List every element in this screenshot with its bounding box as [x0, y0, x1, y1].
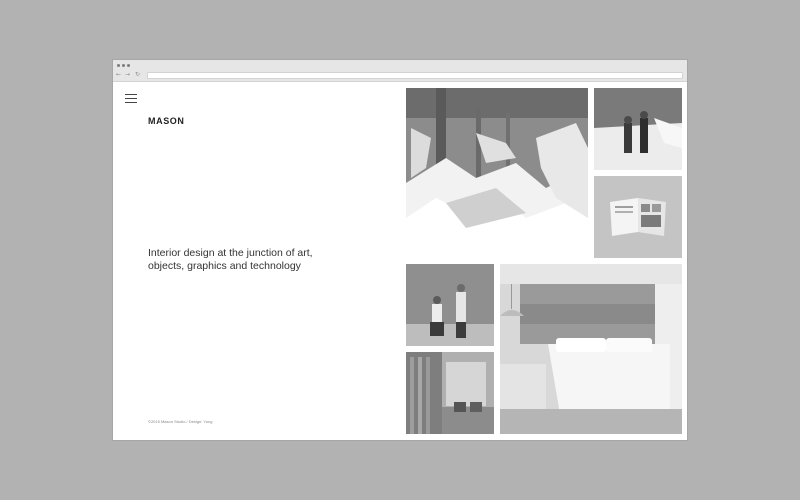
browser-toolbar: ← → ↻	[113, 60, 687, 82]
back-arrow-icon[interactable]: ←	[116, 71, 121, 79]
window-control-dot[interactable]	[122, 64, 125, 67]
page-content: MASON Interior design at the junction of…	[113, 82, 687, 440]
menu-icon[interactable]	[125, 94, 137, 104]
tagline-line: objects, graphics and technology	[148, 260, 301, 272]
forward-arrow-icon[interactable]: →	[125, 71, 130, 79]
snow-portrait-photo[interactable]	[594, 88, 682, 170]
hotel-bedroom-photo[interactable]	[500, 264, 682, 434]
window-control-dot[interactable]	[127, 64, 130, 67]
address-bar[interactable]	[147, 72, 683, 79]
footer-credits: ©2015 Mason Studio / Design: Yung	[148, 419, 213, 424]
site-logo[interactable]: MASON	[148, 116, 185, 126]
cloud-installation-photo[interactable]	[406, 88, 588, 258]
magazine-spread-photo[interactable]	[594, 176, 682, 258]
glass-lobby-photo[interactable]	[406, 352, 494, 434]
tagline: Interior design at the junction of art, …	[148, 247, 388, 273]
tagline-line: Interior design at the junction of art,	[148, 247, 313, 259]
studio-portrait-photo[interactable]	[406, 264, 494, 346]
reload-icon[interactable]: ↻	[135, 71, 140, 79]
window-control-dot[interactable]	[117, 64, 120, 67]
browser-window: ← → ↻ MASON Interior design at the junct…	[113, 60, 687, 440]
